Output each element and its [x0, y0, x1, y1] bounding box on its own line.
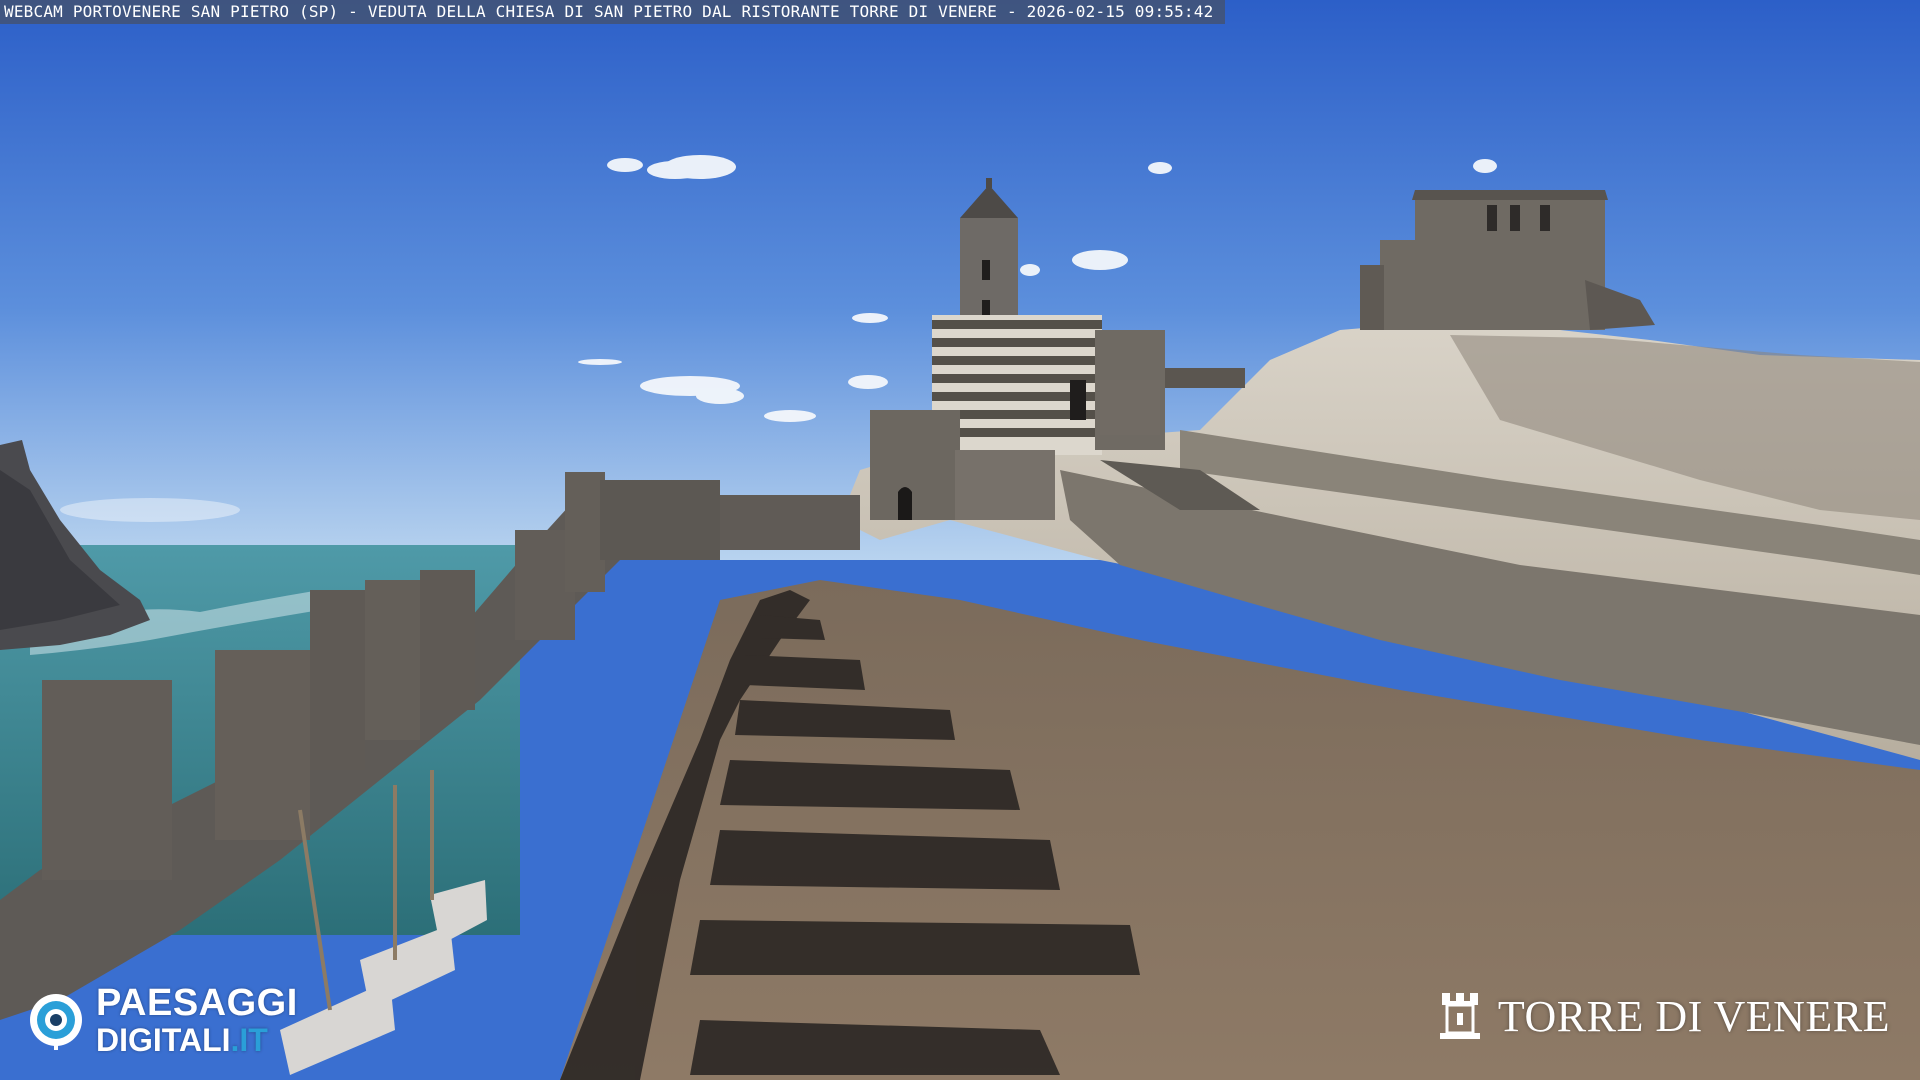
webcam-scene — [0, 0, 1920, 1080]
webcam-caption-text: WEBCAM PORTOVENERE SAN PIETRO (SP) - VED… — [4, 2, 1214, 21]
torre-di-venere-logo: TORRE DI VENERE — [1438, 990, 1890, 1042]
eye-icon — [30, 994, 82, 1050]
torre-di-venere-name: TORRE DI VENERE — [1497, 991, 1890, 1041]
logo-line-2: DIGITALI — [96, 1022, 231, 1058]
logo-line-1: PAESAGGI — [96, 982, 298, 1024]
paesaggi-digitali-logo: PAESAGGI DIGITALI.IT — [26, 982, 298, 1058]
tower-icon — [1439, 993, 1480, 1039]
webcam-caption-bar: WEBCAM PORTOVENERE SAN PIETRO (SP) - VED… — [0, 0, 1226, 24]
logo-line-2-suffix: .IT — [230, 1022, 268, 1058]
